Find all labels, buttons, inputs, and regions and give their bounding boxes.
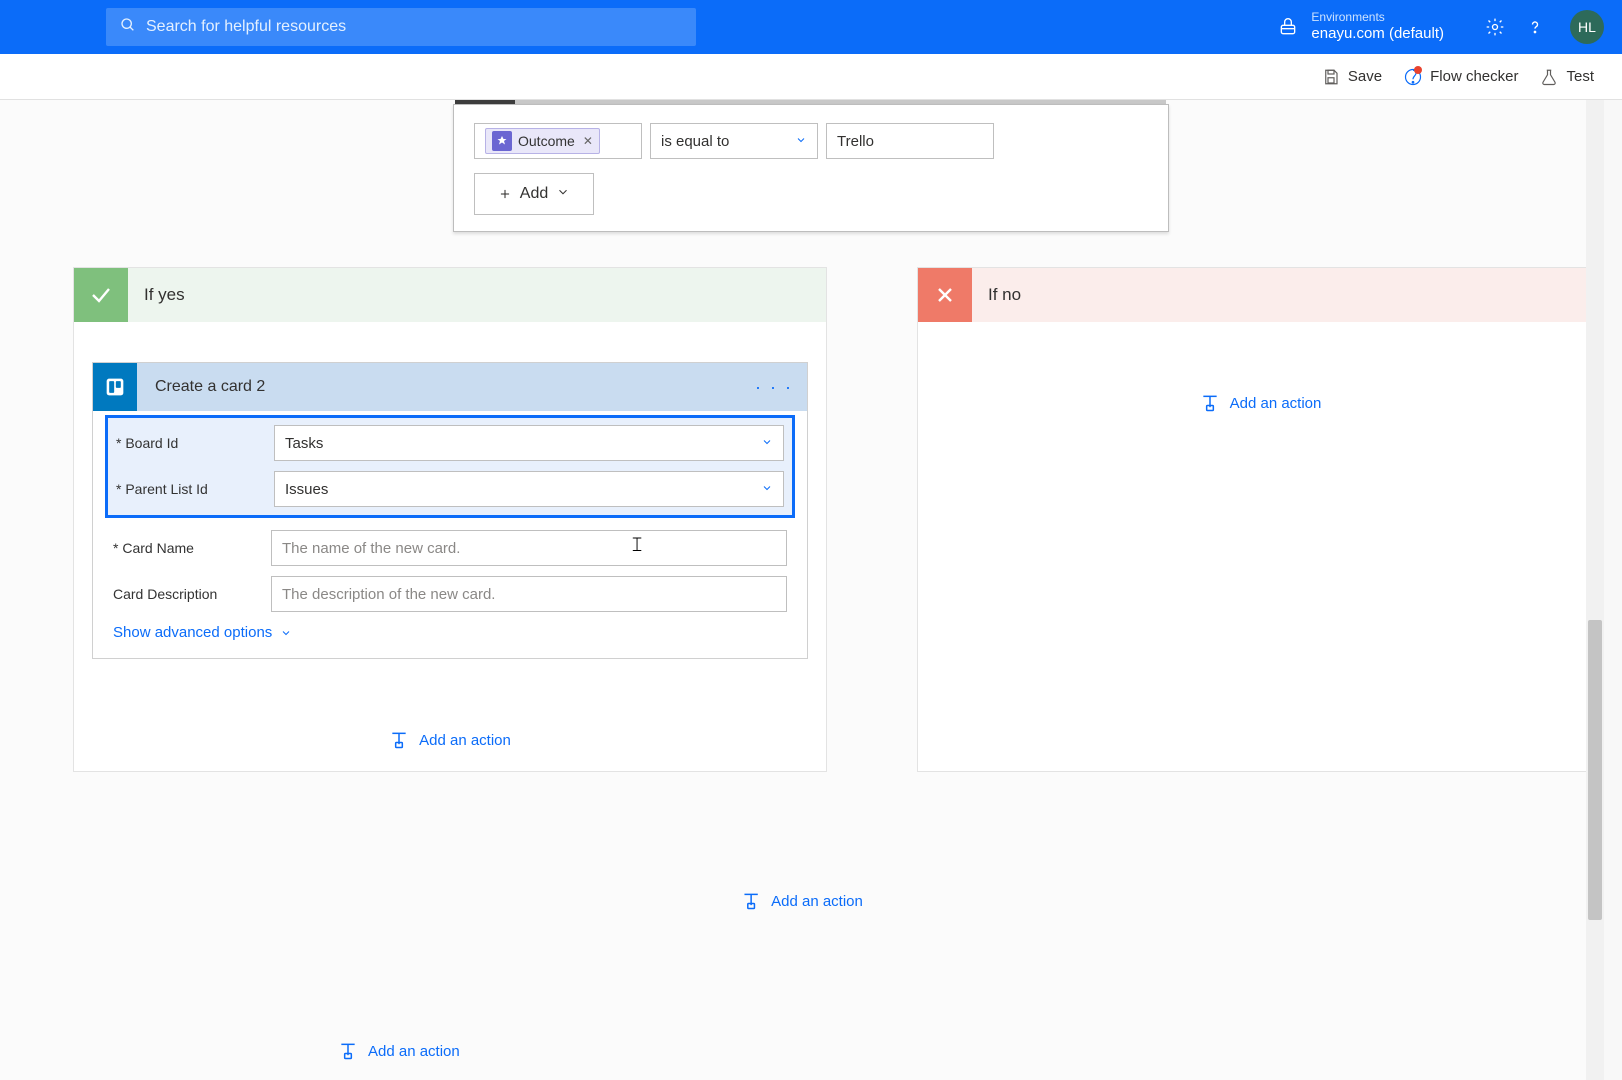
branch-yes-label: If yes [144,285,185,305]
branch-yes-header: If yes [74,268,826,322]
advanced-link-label: Show advanced options [113,624,272,641]
close-icon [918,268,972,322]
chevron-down-icon [761,435,773,452]
flow-checker-button[interactable]: Flow checker [1404,68,1518,86]
add-action-label: Add an action [1230,395,1322,412]
condition-value: Trello [837,133,874,150]
approval-icon [492,131,512,151]
parent-list-id-value: Issues [285,481,328,498]
avatar[interactable]: HL [1570,10,1604,44]
environment-icon [1277,16,1299,38]
test-button[interactable]: Test [1540,68,1594,86]
help-icon[interactable] [1524,16,1546,38]
branch-yes: If yes Create a card 2 · · · [73,267,827,772]
environment-picker[interactable]: Environments enayu.com (default) [1277,11,1444,42]
highlighted-fields: Board Id Tasks Parent List Id [105,415,795,518]
card-name-input-wrap[interactable] [271,530,787,566]
condition-right-operand[interactable]: Trello [826,123,994,159]
env-name: enayu.com (default) [1311,25,1444,42]
add-action-label: Add an action [419,732,511,749]
toolbar-save-label: Save [1348,68,1382,85]
vertical-scrollbar[interactable] [1586,100,1604,1080]
board-id-select[interactable]: Tasks [274,425,784,461]
condition-left-operand[interactable]: Outcome ✕ [474,123,642,159]
condition-operator-select[interactable]: is equal to [650,123,818,159]
add-action-bottom[interactable]: Add an action [338,1040,460,1062]
branch-no: If no Add an action [917,267,1604,772]
show-advanced-options-link[interactable]: Show advanced options [113,624,292,641]
token-remove-icon[interactable]: ✕ [581,134,593,148]
branch-no-header: If no [918,268,1603,322]
add-action-no[interactable]: Add an action [1200,392,1322,414]
card-description-input[interactable] [282,586,776,603]
parent-list-id-select[interactable]: Issues [274,471,784,507]
search-input[interactable] [146,18,682,36]
add-button-label: Add [520,185,548,203]
chevron-down-icon [556,185,570,204]
toolbar-test-label: Test [1566,68,1594,85]
search-wrap[interactable] [106,8,696,46]
token-outcome[interactable]: Outcome ✕ [485,128,600,154]
chevron-down-icon [761,481,773,498]
action-header[interactable]: Create a card 2 · · · [93,363,807,411]
branch-no-label: If no [988,285,1021,305]
toolbar-flowchecker-label: Flow checker [1430,68,1518,85]
card-name-input[interactable] [282,540,776,557]
add-action-label: Add an action [368,1043,460,1060]
card-name-label: Card Name [113,540,261,556]
condition-card: Outcome ✕ is equal to Trello Add [453,104,1169,232]
scrollbar-thumb[interactable] [1588,620,1602,920]
topbar: Environments enayu.com (default) HL [0,0,1622,54]
board-id-value: Tasks [285,435,323,452]
gear-icon[interactable] [1484,16,1506,38]
board-id-label: Board Id [116,435,264,451]
card-description-label: Card Description [113,586,261,602]
token-label: Outcome [518,133,575,149]
env-label: Environments [1311,11,1444,25]
add-action-after-condition[interactable]: Add an action [741,890,863,912]
add-action-label: Add an action [771,893,863,910]
trello-icon [93,363,137,411]
more-icon[interactable]: · · · [755,377,793,398]
flow-canvas[interactable]: Outcome ✕ is equal to Trello Add [0,100,1604,1080]
parent-list-id-label: Parent List Id [116,481,264,497]
add-action-yes[interactable]: Add an action [389,729,511,751]
check-icon [74,268,128,322]
action-create-card: Create a card 2 · · · Board Id Tasks [92,362,808,659]
action-title: Create a card 2 [155,378,755,396]
condition-add-button[interactable]: Add [474,173,594,215]
save-button[interactable]: Save [1322,68,1382,86]
toolbar: Save Flow checker Test [0,54,1622,100]
alert-dot-icon [1414,66,1422,74]
card-description-input-wrap[interactable] [271,576,787,612]
chevron-down-icon [795,133,807,150]
search-icon [120,17,136,38]
operator-value: is equal to [661,133,729,150]
